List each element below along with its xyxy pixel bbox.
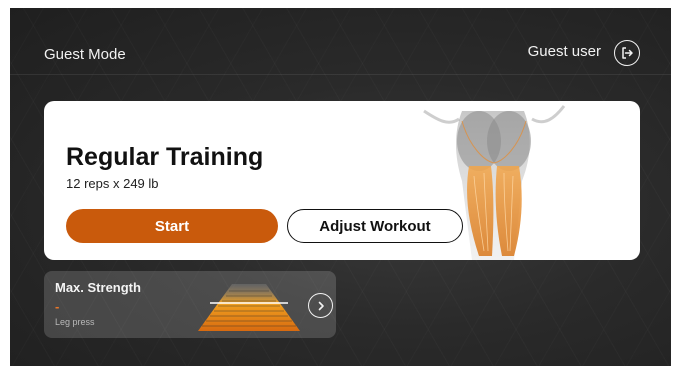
exercise-label: Leg press	[55, 317, 95, 327]
training-card: Regular Training 12 reps x 249 lb Start …	[44, 101, 640, 260]
adjust-workout-button[interactable]: Adjust Workout	[287, 209, 463, 243]
max-strength-open-button[interactable]	[308, 293, 333, 318]
strength-pyramid-graphic	[198, 284, 300, 331]
max-strength-title: Max. Strength	[55, 280, 141, 295]
app-screen: Guest Mode Guest user Regular Training 1…	[10, 8, 671, 366]
training-subtitle: 12 reps x 249 lb	[66, 176, 159, 191]
logout-button[interactable]	[614, 40, 640, 66]
mode-label: Guest Mode	[44, 46, 126, 63]
start-button[interactable]: Start	[66, 209, 278, 243]
max-strength-card[interactable]: Max. Strength - Leg press	[44, 271, 336, 338]
top-bar: Guest Mode Guest user	[10, 8, 671, 75]
chevron-right-icon	[318, 301, 324, 310]
logout-icon	[622, 47, 633, 59]
training-title: Regular Training	[66, 143, 264, 171]
user-name: Guest user	[527, 43, 601, 60]
max-strength-value: -	[55, 299, 60, 314]
